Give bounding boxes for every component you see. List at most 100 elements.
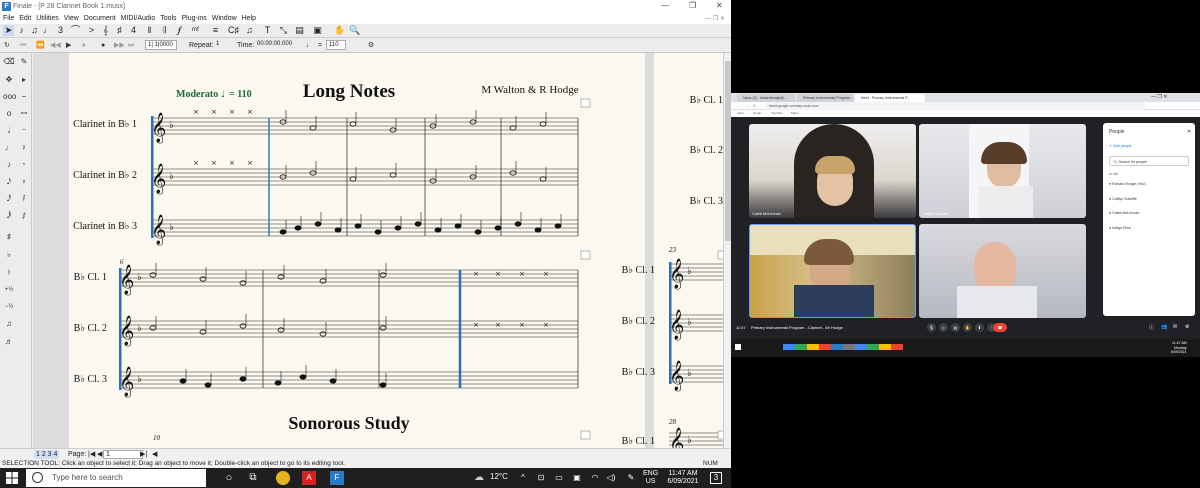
back-icon[interactable]: ←: [737, 102, 741, 110]
staff-handle-3[interactable]: [580, 430, 591, 440]
half-step-up-icon[interactable]: +½: [3, 284, 15, 296]
64th-rest-icon[interactable]: 𝅁: [18, 210, 30, 222]
time-field[interactable]: 00:00:00.000: [255, 40, 295, 50]
pen-icon[interactable]: ✎: [624, 471, 638, 485]
tab-meet[interactable]: Meet - Primary Instrumental P...: [855, 94, 925, 102]
cross-staff-icon[interactable]: −: [18, 91, 30, 103]
refresh-icon[interactable]: ↻: [4, 41, 10, 50]
score-title[interactable]: Long Notes: [303, 81, 395, 102]
right-taskbar-apps[interactable]: [783, 344, 903, 350]
record-icon[interactable]: ●: [101, 41, 105, 50]
natural-icon[interactable]: ♮: [3, 267, 15, 279]
staff-label-bcl2[interactable]: B♭ Cl. 2: [74, 323, 107, 334]
acrobat-icon[interactable]: A: [302, 471, 316, 485]
display-icon[interactable]: ▣: [570, 471, 584, 485]
32nd-note-icon[interactable]: 𝅘𝅥𝅰: [3, 193, 15, 205]
half-step-down-icon[interactable]: −½: [3, 301, 15, 313]
chord-tool-icon[interactable]: C♯: [228, 25, 239, 36]
sharp-icon[interactable]: ♯: [3, 231, 15, 243]
chrome-taskbar-icon[interactable]: [276, 471, 290, 485]
step-back-icon[interactable]: ◀◀: [50, 41, 61, 50]
video-tile-indigo[interactable]: [749, 224, 916, 318]
right-start-icon[interactable]: [735, 344, 741, 350]
key-signature-icon[interactable]: ♯: [114, 25, 125, 36]
finale-taskbar-icon[interactable]: F: [330, 471, 344, 485]
tie-icon[interactable]: ♫: [3, 318, 15, 330]
p2-label-a1[interactable]: B♭ Cl. 1: [690, 95, 723, 106]
staff-label-cl1[interactable]: Clarinet in B♭ 1: [73, 119, 137, 130]
chrome-window-controls[interactable]: — ❐ ✕: [1151, 94, 1167, 100]
minimize-button[interactable]: —: [661, 1, 669, 10]
clef-tool-icon[interactable]: 𝄞: [100, 25, 111, 36]
eighth-note-icon[interactable]: ♪: [3, 159, 15, 171]
32nd-rest-icon[interactable]: 𝅀: [18, 193, 30, 205]
windows-start-icon[interactable]: [6, 472, 18, 484]
weather-cloud-icon[interactable]: ☁: [472, 471, 486, 485]
tempo-field[interactable]: 110: [326, 40, 346, 50]
video-tile-caitlyn[interactable]: Caitlyn Sutcliffe: [919, 124, 1086, 218]
p2-label-b1[interactable]: B♭ Cl. 1: [622, 265, 655, 276]
bookmark-youtube[interactable]: YouTube: [771, 110, 783, 117]
temperature[interactable]: 12°C: [490, 473, 508, 481]
measure-tool-icon[interactable]: ‖: [144, 25, 155, 36]
tempo-text[interactable]: Moderato: [176, 89, 218, 100]
p2-label-b2[interactable]: B♭ Cl. 2: [622, 316, 655, 327]
p2-label-b3[interactable]: B♭ Cl. 3: [622, 367, 655, 378]
network-icon[interactable]: ⊡: [534, 471, 548, 485]
sixteenth-rest-icon[interactable]: 𝄿: [18, 176, 30, 188]
p2-label-a2[interactable]: B♭ Cl. 2: [690, 145, 723, 156]
score-canvas[interactable]: Long Notes M Walton & R Hodge Moderato ♩…: [33, 53, 731, 448]
rewind-start-icon[interactable]: ⏮: [20, 41, 26, 50]
participant-row[interactable]: ● Richard Hodge (You): [1109, 182, 1146, 186]
whole-rest-icon[interactable]: ꟷ: [18, 108, 30, 120]
half-note-icon[interactable]: 𝅗𝅥: [3, 125, 15, 137]
next-page-icon[interactable]: ▶|: [140, 450, 147, 459]
captions-icon[interactable]: ▤: [951, 323, 960, 332]
people-search-input[interactable]: 🔍 Search for people: [1109, 156, 1189, 166]
smart-shape-icon[interactable]: ⌒: [70, 25, 81, 36]
playback-settings-icon[interactable]: ⚙: [368, 41, 374, 50]
cortana-icon[interactable]: ○: [222, 471, 236, 485]
graphics-tool-icon[interactable]: ▤: [294, 25, 305, 36]
wifi-icon[interactable]: ◠: [588, 471, 602, 485]
select-icon[interactable]: ▸: [18, 74, 30, 86]
sixteenth-note-icon[interactable]: 𝅘𝅥𝅯: [3, 176, 15, 188]
64th-note-icon[interactable]: 𝅘𝅥𝅱: [3, 210, 15, 222]
time-signature-icon[interactable]: 4: [128, 25, 139, 36]
mic-icon[interactable]: 🎙: [927, 323, 936, 332]
menu-help[interactable]: Help: [242, 13, 256, 24]
info-icon[interactable]: ⓘ: [1149, 324, 1154, 331]
first-page-icon[interactable]: |◀: [88, 450, 95, 459]
menu-view[interactable]: View: [64, 13, 79, 24]
move-icon[interactable]: ✥: [3, 74, 15, 86]
tray-chevron-icon[interactable]: ^: [516, 471, 530, 485]
menu-window[interactable]: Window: [212, 13, 237, 24]
right-tray-clock[interactable]: 11:47 AM Monday 6/09/2021: [1171, 341, 1187, 355]
battery-icon[interactable]: ▭: [552, 471, 566, 485]
half-rest-icon[interactable]: 𝄼: [18, 125, 30, 137]
activities-icon[interactable]: ⚙: [1185, 324, 1189, 330]
play-icon[interactable]: ▶: [66, 41, 71, 50]
staff-tool-icon[interactable]: ≡: [210, 25, 221, 36]
video-tile-caleb[interactable]: Caleb McLennan: [749, 124, 916, 218]
rewind-icon[interactable]: ⏪: [36, 41, 45, 50]
maximize-button[interactable]: ❐: [689, 1, 696, 10]
tab-inbox[interactable]: Inbox (2) - richardhodge@...: [737, 94, 795, 102]
fast-forward-icon[interactable]: ▶▶: [114, 41, 125, 50]
p2-label-a3[interactable]: B♭ Cl. 3: [690, 196, 723, 207]
menu-edit[interactable]: Edit: [19, 13, 31, 24]
reload-icon[interactable]: ↻: [753, 102, 756, 110]
quarter-rest-icon[interactable]: 𝄽: [18, 142, 30, 154]
prev-page-icon[interactable]: ◀: [97, 450, 102, 459]
url-field[interactable]: meet.google.com/azp-cuat-vvvz: [765, 102, 1145, 110]
menu-midi-audio[interactable]: MIDI/Audio: [121, 13, 156, 24]
zoom-icon[interactable]: 🔍: [349, 25, 360, 36]
close-panel-icon[interactable]: ✕: [1187, 129, 1191, 135]
flat-icon[interactable]: ♭: [3, 249, 15, 261]
staff-label-bcl1[interactable]: B♭ Cl. 1: [74, 272, 107, 283]
text-tool-icon[interactable]: T: [262, 25, 273, 36]
notification-icon[interactable]: 3: [710, 472, 722, 484]
participant-row[interactable]: ● Indigo Price: [1109, 226, 1131, 230]
hand-icon[interactable]: ✎: [18, 56, 30, 68]
taskbar-search-input[interactable]: Type here to search: [26, 469, 206, 487]
